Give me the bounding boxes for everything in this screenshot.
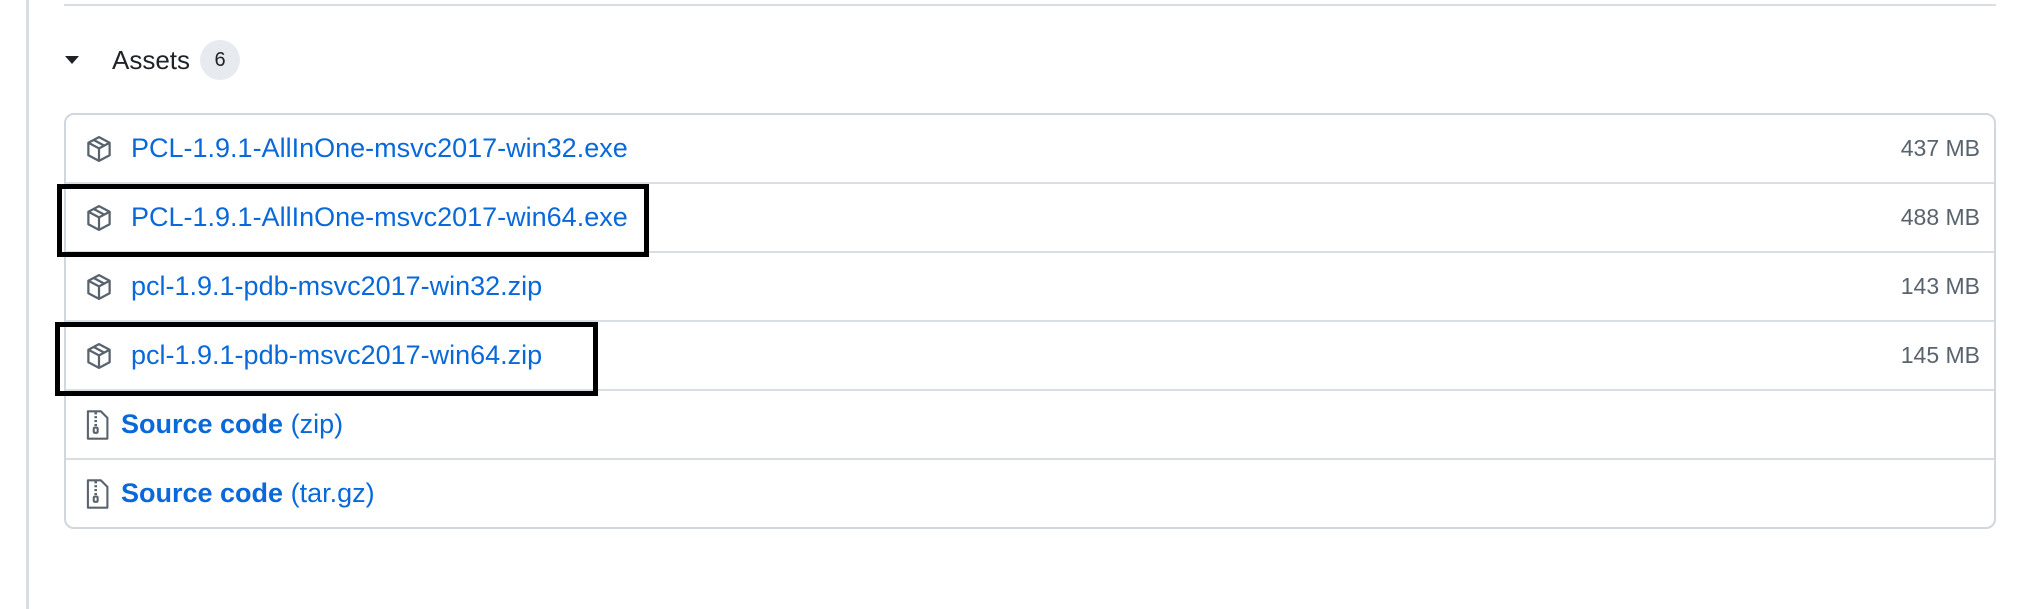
timeline-rule <box>26 0 29 609</box>
assets-title: Assets <box>112 44 191 75</box>
assets-header[interactable]: Assets 6 <box>64 40 241 80</box>
asset-list: PCL-1.9.1-AllInOne-msvc2017-win32.exe 43… <box>64 113 1996 529</box>
asset-size: 143 MB <box>1900 273 1980 299</box>
asset-row: PCL-1.9.1-AllInOne-msvc2017-win64.exe 48… <box>66 184 1994 253</box>
asset-row: pcl-1.9.1-pdb-msvc2017-win64.zip 145 MB <box>66 322 1994 391</box>
assets-count-badge: 6 <box>200 40 241 80</box>
file-zip-icon <box>83 408 111 442</box>
source-targz-link[interactable]: Source code (tar.gz) <box>121 478 375 509</box>
source-label: Source code <box>121 478 284 508</box>
asset-size: 488 MB <box>1900 204 1980 230</box>
triangle-down-icon[interactable] <box>64 42 100 78</box>
source-format: (tar.gz) <box>290 478 375 508</box>
package-icon <box>83 340 115 372</box>
package-icon <box>83 271 115 303</box>
asset-link[interactable]: PCL-1.9.1-AllInOne-msvc2017-win32.exe <box>131 133 628 164</box>
source-format: (zip) <box>290 409 344 439</box>
asset-row: PCL-1.9.1-AllInOne-msvc2017-win32.exe 43… <box>66 115 1994 184</box>
asset-link[interactable]: PCL-1.9.1-AllInOne-msvc2017-win64.exe <box>131 202 628 233</box>
package-icon <box>83 202 115 234</box>
source-label: Source code <box>121 409 284 439</box>
asset-size: 437 MB <box>1900 135 1980 161</box>
asset-link[interactable]: pcl-1.9.1-pdb-msvc2017-win32.zip <box>131 271 542 302</box>
section-divider <box>64 4 1996 6</box>
release-page: Assets 6 PCL-1.9.1-AllInOne-msvc2017-win… <box>0 0 2031 609</box>
asset-size: 145 MB <box>1900 342 1980 368</box>
source-row: Source code (zip) <box>66 391 1994 460</box>
package-icon <box>83 133 115 165</box>
file-zip-icon <box>83 477 111 511</box>
asset-row: pcl-1.9.1-pdb-msvc2017-win32.zip 143 MB <box>66 253 1994 322</box>
asset-link[interactable]: pcl-1.9.1-pdb-msvc2017-win64.zip <box>131 340 542 371</box>
source-zip-link[interactable]: Source code (zip) <box>121 409 343 440</box>
source-row: Source code (tar.gz) <box>66 460 1994 527</box>
